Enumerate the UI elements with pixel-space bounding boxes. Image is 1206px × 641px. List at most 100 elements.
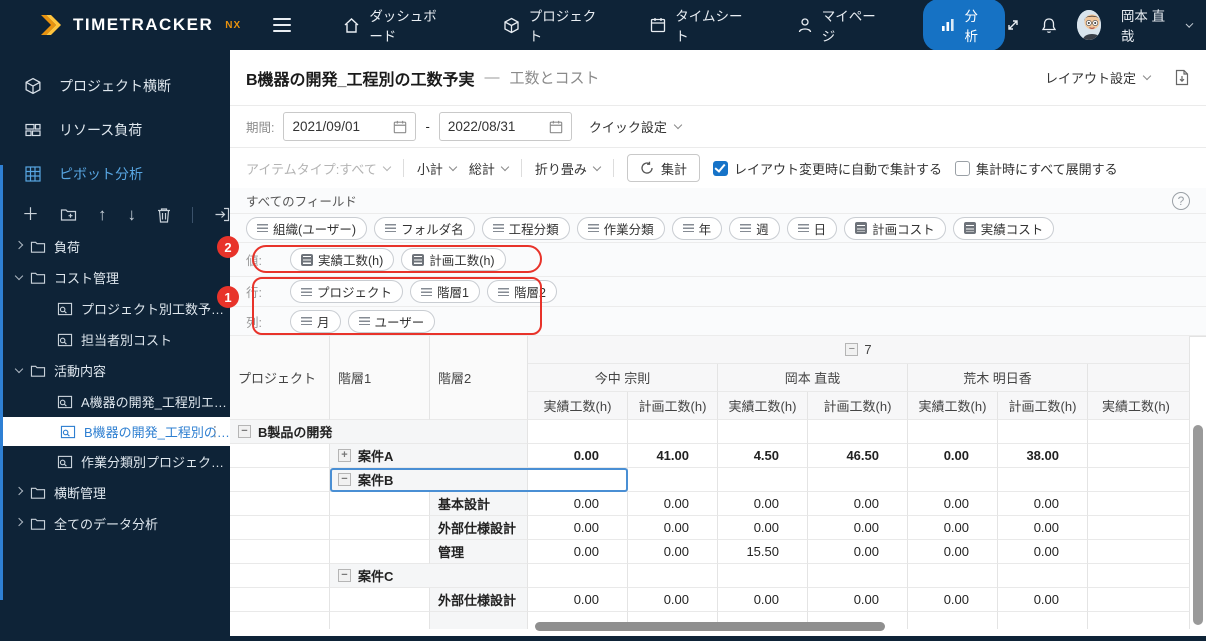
- nav-mypage[interactable]: マイページ: [797, 5, 878, 45]
- tree-folder-activities[interactable]: 活動内容: [0, 355, 230, 386]
- value-cell[interactable]: 0.00: [808, 540, 908, 564]
- row-field-chip[interactable]: 階層2: [486, 280, 557, 303]
- leaf-row-label-clipped[interactable]: 管理: [430, 612, 528, 629]
- value-cell[interactable]: 38.00: [998, 444, 1088, 468]
- value-cell[interactable]: [808, 564, 908, 588]
- value-cell[interactable]: [908, 468, 998, 492]
- value-cell[interactable]: 15.50: [718, 540, 808, 564]
- value-cell[interactable]: [718, 420, 808, 444]
- value-cell[interactable]: 0.00: [528, 492, 628, 516]
- value-cell[interactable]: [1088, 492, 1190, 516]
- group-row-label[interactable]: − 案件C: [330, 564, 528, 588]
- collapse-icon[interactable]: −: [338, 569, 351, 582]
- value-cell[interactable]: [998, 420, 1088, 444]
- value-cell[interactable]: 0.00: [718, 516, 808, 540]
- menu-icon[interactable]: [273, 18, 292, 32]
- value-cell[interactable]: [1088, 444, 1190, 468]
- move-down-icon[interactable]: ↓: [128, 206, 137, 223]
- value-cell[interactable]: 0.00: [808, 588, 908, 612]
- value-cell[interactable]: 0.00: [908, 492, 998, 516]
- quick-settings-dropdown[interactable]: クイック設定: [589, 117, 683, 136]
- field-chip[interactable]: 日: [786, 216, 838, 240]
- nav-timesheet[interactable]: タイムシート: [650, 5, 743, 45]
- delete-icon[interactable]: [157, 207, 171, 223]
- value-cell[interactable]: [808, 468, 908, 492]
- grand-total-dropdown[interactable]: 総計: [469, 159, 510, 178]
- vertical-scrollbar-thumb[interactable]: [1193, 425, 1203, 625]
- layout-settings-dropdown[interactable]: レイアウト設定: [1045, 68, 1152, 87]
- horizontal-scrollbar-thumb[interactable]: [535, 622, 885, 631]
- value-cell[interactable]: [908, 420, 998, 444]
- field-chip[interactable]: 作業分類: [576, 216, 665, 240]
- value-cell[interactable]: [808, 420, 908, 444]
- row-field-chip[interactable]: プロジェクト: [290, 280, 404, 303]
- column-field-chip[interactable]: ユーザー: [347, 309, 436, 333]
- help-icon[interactable]: ?: [1172, 192, 1190, 210]
- value-field-chip[interactable]: 実績工数(h): [290, 248, 395, 271]
- value-cell[interactable]: [628, 468, 718, 492]
- tree-folder-cost-mgmt[interactable]: コスト管理: [0, 262, 230, 293]
- field-chip[interactable]: 計画コスト: [844, 216, 946, 240]
- value-cell[interactable]: [908, 564, 998, 588]
- value-cell[interactable]: [1088, 588, 1190, 612]
- leaf-row-label[interactable]: 外部仕様設計: [430, 516, 528, 540]
- value-cell[interactable]: [1088, 516, 1190, 540]
- move-up-icon[interactable]: ↑: [98, 206, 107, 223]
- value-cell[interactable]: 0.00: [908, 516, 998, 540]
- value-cell[interactable]: 0.00: [628, 588, 718, 612]
- sidebar-item-resource-load[interactable]: リソース負荷: [0, 108, 230, 152]
- more-menu-icon[interactable]: ⋮: [208, 423, 222, 440]
- value-cell[interactable]: 41.00: [628, 444, 718, 468]
- value-field-chip[interactable]: 計画工数(h): [401, 248, 506, 271]
- subtotal-dropdown[interactable]: 小計: [417, 159, 458, 178]
- value-cell[interactable]: 0.00: [908, 540, 998, 564]
- tree-report-device-a[interactable]: A機器の開発_工程別エ…: [0, 386, 230, 417]
- expand-all-checkbox[interactable]: 集計時にすべて展開する: [954, 159, 1118, 178]
- tree-report-project-workload[interactable]: プロジェクト別工数予…: [0, 293, 230, 324]
- value-cell[interactable]: 0.00: [998, 540, 1088, 564]
- export-icon[interactable]: [214, 207, 230, 222]
- value-cell[interactable]: [528, 420, 628, 444]
- field-chip[interactable]: 工程分類: [481, 216, 570, 240]
- value-cell[interactable]: 0.00: [808, 492, 908, 516]
- export-file-icon[interactable]: [1174, 69, 1190, 86]
- sidebar-item-pivot-analysis[interactable]: ピボット分析: [0, 152, 230, 196]
- group-row-label[interactable]: − B製品の開発: [230, 420, 528, 444]
- tree-report-cost-by-person[interactable]: 担当者別コスト: [0, 324, 230, 355]
- value-cell[interactable]: [628, 420, 718, 444]
- value-cell[interactable]: [1088, 540, 1190, 564]
- value-cell[interactable]: 0.00: [998, 516, 1088, 540]
- aggregate-button[interactable]: 集計: [626, 154, 700, 182]
- field-chip[interactable]: 実績コスト: [952, 216, 1055, 240]
- date-to-input[interactable]: 2022/08/31: [438, 112, 572, 141]
- field-chip[interactable]: 組織(ユーザー): [246, 216, 368, 240]
- tree-folder-load[interactable]: 負荷: [0, 231, 230, 262]
- group-row-label-selected[interactable]: − 案件B: [330, 468, 528, 492]
- nav-analysis-active[interactable]: 分析: [923, 0, 1005, 51]
- value-cell[interactable]: 0.00: [718, 588, 808, 612]
- date-from-input[interactable]: 2021/09/01: [283, 112, 417, 141]
- expand-icon[interactable]: +: [338, 449, 351, 462]
- column-field-chip[interactable]: 月: [290, 309, 341, 333]
- collapse-group-icon[interactable]: −: [845, 343, 859, 356]
- group-row-label[interactable]: + 案件A: [330, 444, 528, 468]
- value-cell[interactable]: 0.00: [998, 588, 1088, 612]
- value-cell[interactable]: 0.00: [998, 492, 1088, 516]
- value-cell[interactable]: [718, 564, 808, 588]
- value-cell[interactable]: 0.00: [628, 516, 718, 540]
- sidebar-item-project-cross[interactable]: プロジェクト横断: [0, 64, 230, 108]
- value-cell[interactable]: 0.00: [718, 492, 808, 516]
- value-cell[interactable]: [628, 564, 718, 588]
- value-cell[interactable]: 0.00: [528, 588, 628, 612]
- auto-aggregate-checkbox[interactable]: レイアウト変更時に自動で集計する: [712, 159, 942, 178]
- value-cell[interactable]: 4.50: [718, 444, 808, 468]
- value-cell[interactable]: [998, 564, 1088, 588]
- field-chip[interactable]: 年: [671, 216, 723, 240]
- add-icon[interactable]: ＋: [22, 206, 39, 223]
- value-cell[interactable]: [1088, 420, 1190, 444]
- collapse-dropdown[interactable]: 折り畳み: [535, 159, 602, 178]
- value-cell[interactable]: 0.00: [908, 444, 998, 468]
- value-cell[interactable]: 0.00: [628, 492, 718, 516]
- value-cell[interactable]: 0.00: [908, 588, 998, 612]
- nav-dashboard[interactable]: ダッシュボード: [343, 5, 448, 45]
